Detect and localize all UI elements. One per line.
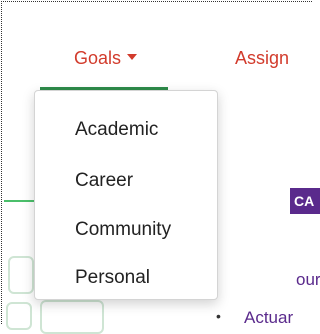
category-badge: CA: [290, 188, 320, 214]
menu-item-academic[interactable]: Academic: [75, 119, 158, 141]
goals-dropdown-menu: Academic Career Community Personal: [34, 90, 218, 300]
section-divider: [4, 200, 36, 202]
menu-item-community[interactable]: Community: [75, 219, 171, 241]
decorative-shape: [8, 256, 34, 294]
list-bullet: •: [216, 308, 221, 324]
tab-assign-label: Assign: [235, 48, 290, 68]
decorative-shape: [40, 300, 104, 334]
tab-goals[interactable]: Goals: [74, 48, 138, 69]
menu-item-career[interactable]: Career: [75, 170, 133, 192]
background-link[interactable]: our: [296, 270, 320, 290]
menu-item-personal[interactable]: Personal: [75, 267, 150, 289]
tab-goals-label: Goals: [74, 48, 122, 68]
tab-assign[interactable]: Assign: [235, 48, 289, 69]
caret-down-icon: [127, 54, 138, 61]
background-link[interactable]: Actuar: [244, 308, 293, 328]
decorative-shape: [6, 302, 32, 330]
